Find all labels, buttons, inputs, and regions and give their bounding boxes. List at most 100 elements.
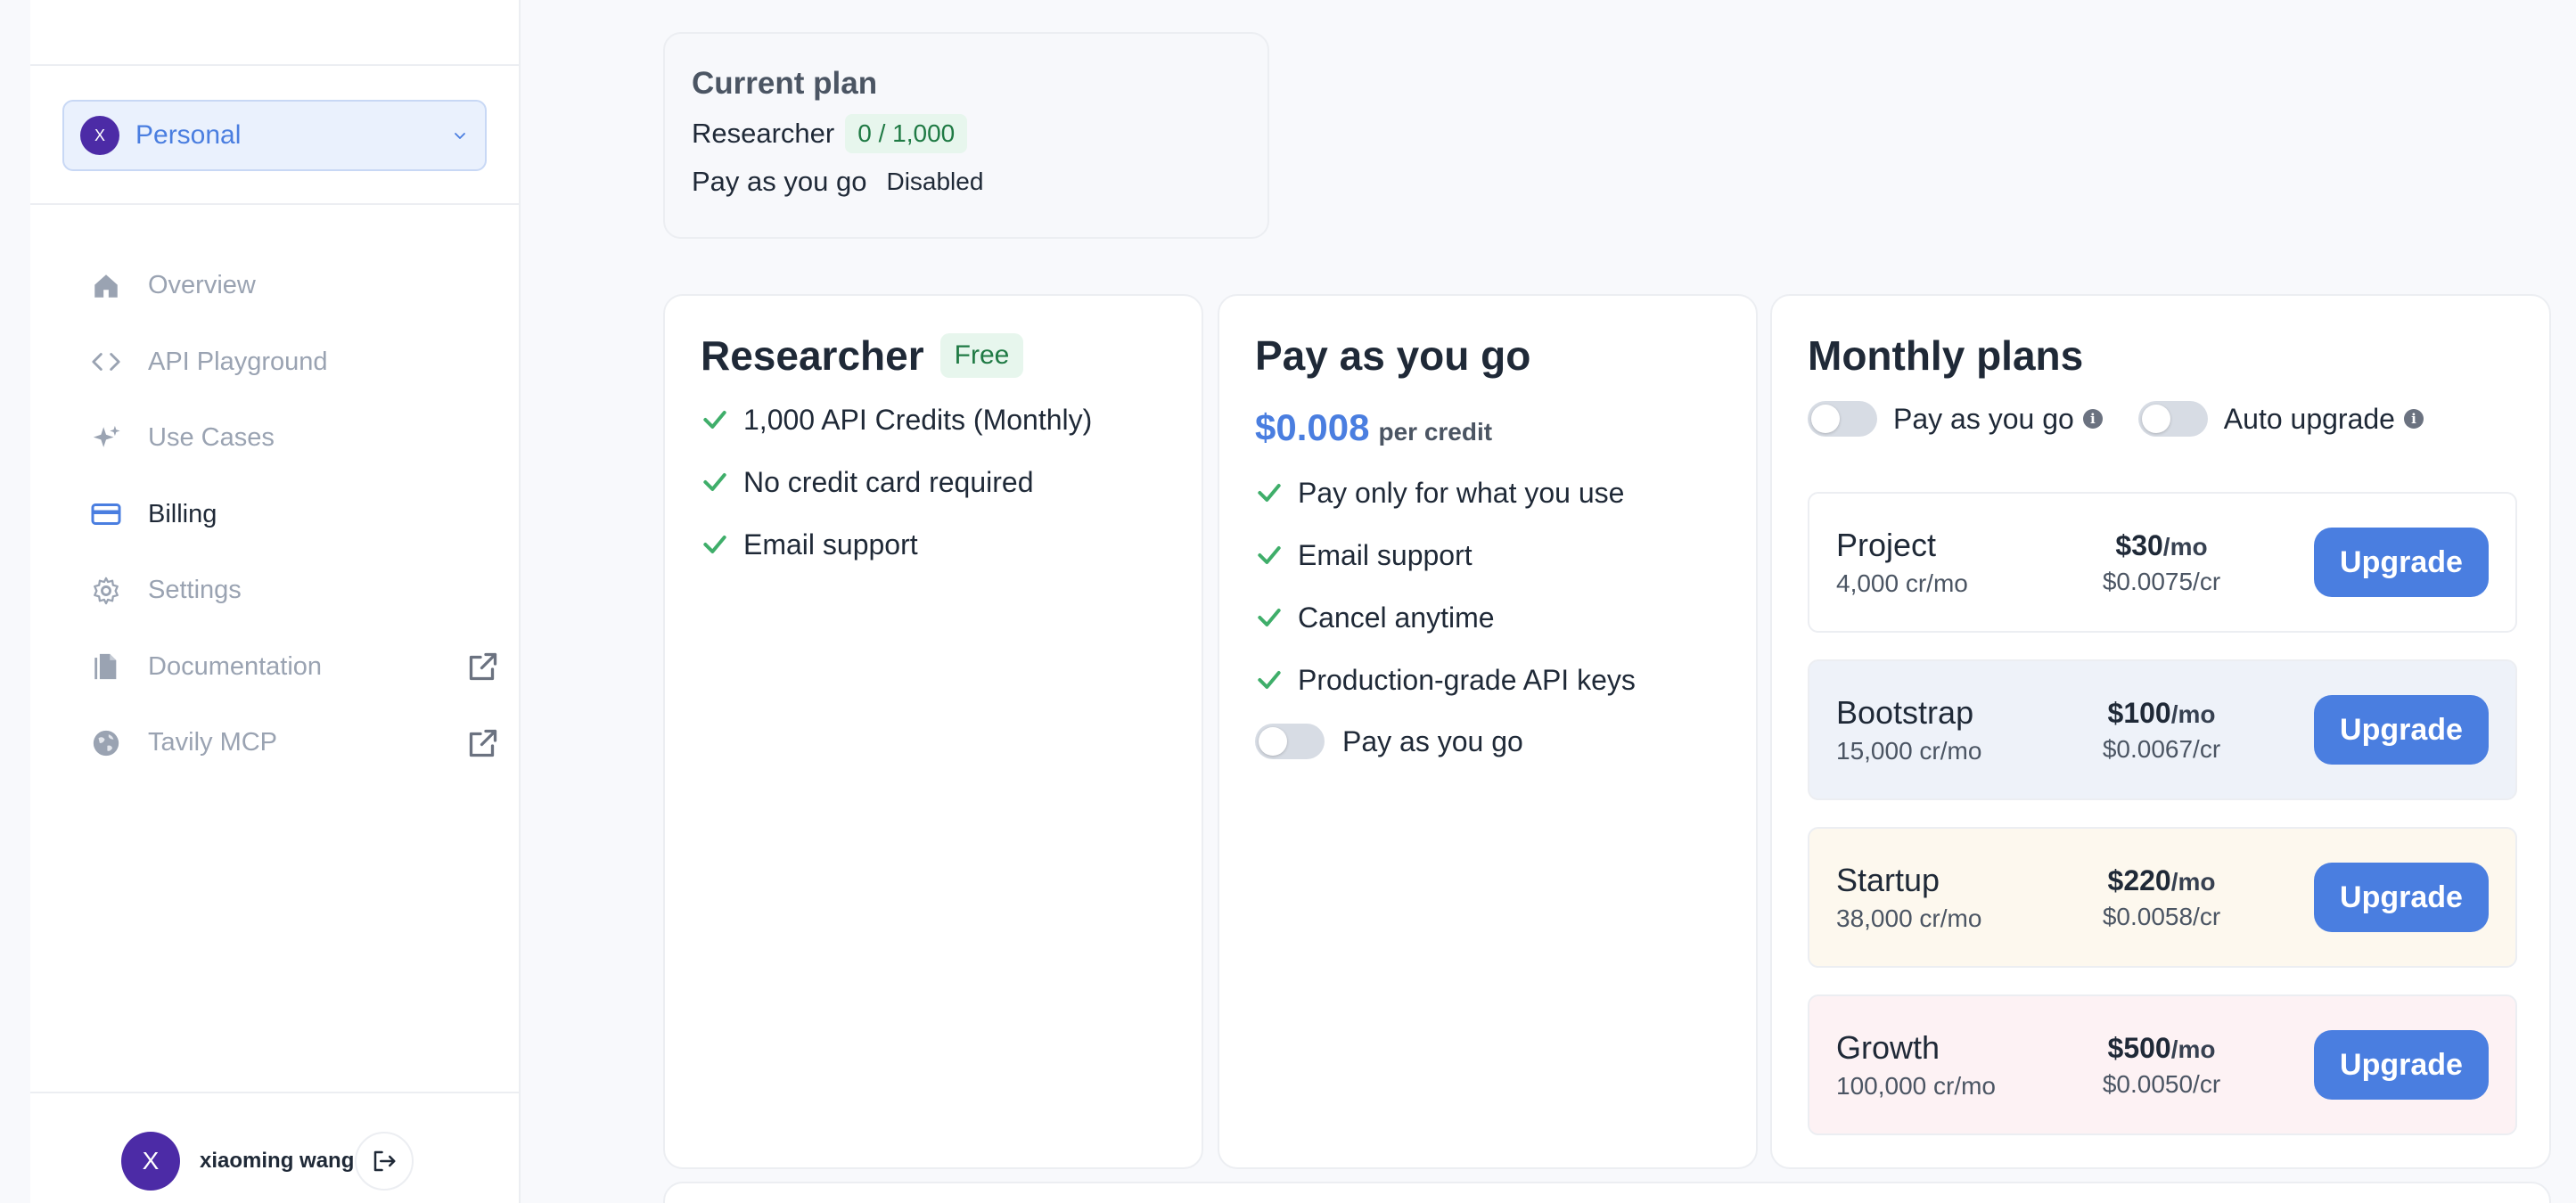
plan-name-block: Startup 38,000 cr/mo (1836, 862, 2059, 933)
sidebar-item-api-playground[interactable]: API Playground (89, 324, 499, 401)
list-item: 1,000 API Credits (Monthly) (701, 389, 1166, 451)
price-row: $0.008 per credit (1255, 406, 1720, 449)
monthly-plans-card: Monthly plans Pay as you go i Auto upgra… (1770, 294, 2551, 1169)
sidebar-item-documentation[interactable]: Documentation (89, 629, 499, 706)
check-icon (1258, 671, 1281, 689)
plan-price-block: $220/mo $0.0058/cr (2059, 864, 2264, 931)
plan-name: Bootstrap (1836, 694, 1974, 731)
auto-upgrade-toggle-row: Auto upgrade i (2137, 401, 2424, 437)
sidebar-item-label: Tavily MCP (148, 728, 278, 757)
sidebar-item-label: Settings (148, 576, 242, 605)
check-icon (1258, 484, 1281, 502)
auto-upgrade-toggle[interactable] (2137, 401, 2208, 437)
sidebar-item-use-cases[interactable]: Use Cases (89, 400, 499, 477)
chevron-down-icon (455, 133, 465, 139)
workspace-selector[interactable]: X Personal (62, 100, 487, 171)
payg-toggle[interactable] (1808, 401, 1877, 437)
plan-row-project: Project 4,000 cr/mo $30/mo $0.0075/cr Up… (1808, 492, 2517, 633)
current-plan-title: Current plan (692, 66, 878, 101)
sidebar-item-label: Documentation (148, 651, 323, 681)
feature-list: 1,000 API Credits (Monthly) No credit ca… (701, 389, 1166, 576)
plan-price: $100/mo (2059, 697, 2264, 730)
price-unit: per credit (1378, 418, 1493, 446)
workspace-label: Personal (135, 120, 242, 150)
current-plan-row: Researcher 0 / 1,000 (692, 114, 1241, 153)
payg-label: Pay as you go (692, 166, 867, 197)
upgrade-button[interactable]: Upgrade (2314, 863, 2489, 932)
sidebar: X Personal Overview API Playground Use C… (30, 0, 521, 1203)
check-icon (703, 411, 726, 429)
plan-name-block: Growth 100,000 cr/mo (1836, 1029, 2059, 1101)
list-item: Email support (701, 513, 1166, 576)
divider (30, 203, 519, 205)
sidebar-item-tavily-mcp[interactable]: Tavily MCP (89, 705, 499, 782)
plan-price-block: $500/mo $0.0050/cr (2059, 1032, 2264, 1099)
divider (30, 64, 519, 66)
status-badge: Disabled (886, 168, 984, 195)
monthly-toggles: Pay as you go i Auto upgrade i (1808, 401, 2514, 437)
plan-rate: $0.0075/cr (2102, 567, 2221, 595)
upgrade-button[interactable]: Upgrade (2314, 695, 2489, 765)
researcher-title: Researcher Free (701, 331, 1166, 380)
info-icon[interactable]: i (2403, 409, 2424, 429)
plan-title: Pay as you go (1255, 332, 1531, 379)
list-item: Pay only for what you use (1255, 462, 1720, 524)
sparkles-icon (89, 421, 123, 455)
price-period: /mo (2162, 532, 2208, 561)
check-icon (1258, 609, 1281, 626)
check-icon (703, 536, 726, 553)
sidebar-item-billing[interactable]: Billing (89, 477, 499, 553)
logout-button[interactable] (355, 1132, 414, 1191)
price-period: /mo (2170, 700, 2216, 728)
code-icon (89, 345, 123, 379)
list-item: Production-grade API keys (1255, 649, 1720, 711)
feature-text: Email support (1298, 538, 1473, 571)
plan-name-block: Project 4,000 cr/mo (1836, 527, 2059, 598)
external-link-icon[interactable] (467, 727, 499, 759)
plan-name-block: Bootstrap 15,000 cr/mo (1836, 694, 2059, 765)
plan-title: Researcher (701, 332, 924, 379)
sidebar-item-settings[interactable]: Settings (89, 552, 499, 629)
toggle-label: Pay as you go (1342, 724, 1523, 757)
plan-rate: $0.0050/cr (2102, 1069, 2221, 1098)
sidebar-item-overview[interactable]: Overview (89, 248, 499, 324)
plan-name: Project (1836, 527, 1937, 563)
external-link-icon[interactable] (467, 651, 499, 683)
price: $0.008 (1255, 406, 1370, 448)
plan-price: $500/mo (2059, 1032, 2264, 1065)
credit-card-icon (89, 497, 123, 531)
sidebar-nav: Overview API Playground Use Cases Billin… (89, 248, 499, 782)
plan-row-bootstrap: Bootstrap 15,000 cr/mo $100/mo $0.0067/c… (1808, 659, 2517, 800)
researcher-plan-card: Researcher Free 1,000 API Credits (Month… (663, 294, 1203, 1169)
check-icon (1258, 546, 1281, 564)
globe-icon (89, 726, 123, 760)
logout-icon (373, 1150, 396, 1172)
plan-rate: $0.0058/cr (2102, 902, 2221, 930)
user-name: xiaoming wang (200, 1149, 355, 1173)
avatar[interactable]: X (121, 1132, 180, 1191)
current-plan-card: Current plan Researcher 0 / 1,000 Pay as… (663, 32, 1269, 239)
sidebar-item-label: API Playground (148, 347, 328, 376)
sidebar-item-label: Overview (148, 271, 256, 300)
price-amount: $100 (2107, 696, 2171, 729)
plan-name: Growth (1836, 1029, 1940, 1066)
next-section-card (663, 1182, 2551, 1203)
price-period: /mo (2170, 1035, 2216, 1063)
plan-price-block: $30/mo $0.0075/cr (2059, 529, 2264, 596)
upgrade-button[interactable]: Upgrade (2314, 528, 2489, 597)
feature-text: No credit card required (743, 465, 1034, 498)
feature-text: 1,000 API Credits (Monthly) (743, 403, 1093, 436)
check-icon (703, 473, 726, 491)
info-icon[interactable]: i (2082, 409, 2103, 429)
plan-price-block: $100/mo $0.0067/cr (2059, 697, 2264, 764)
feature-list: Pay only for what you use Email support … (1255, 462, 1720, 711)
payg-toggle[interactable] (1255, 724, 1325, 759)
payg-toggle-row: Pay as you go (1255, 724, 1720, 759)
user-profile: X xiaoming wang (121, 1132, 414, 1191)
toggle-label: Pay as you go (1893, 402, 2074, 435)
plan-name: Startup (1836, 862, 1940, 898)
feature-text: Pay only for what you use (1298, 476, 1625, 509)
feature-text: Cancel anytime (1298, 601, 1495, 634)
upgrade-button[interactable]: Upgrade (2314, 1030, 2489, 1100)
plan-title: Monthly plans (1808, 332, 2084, 379)
